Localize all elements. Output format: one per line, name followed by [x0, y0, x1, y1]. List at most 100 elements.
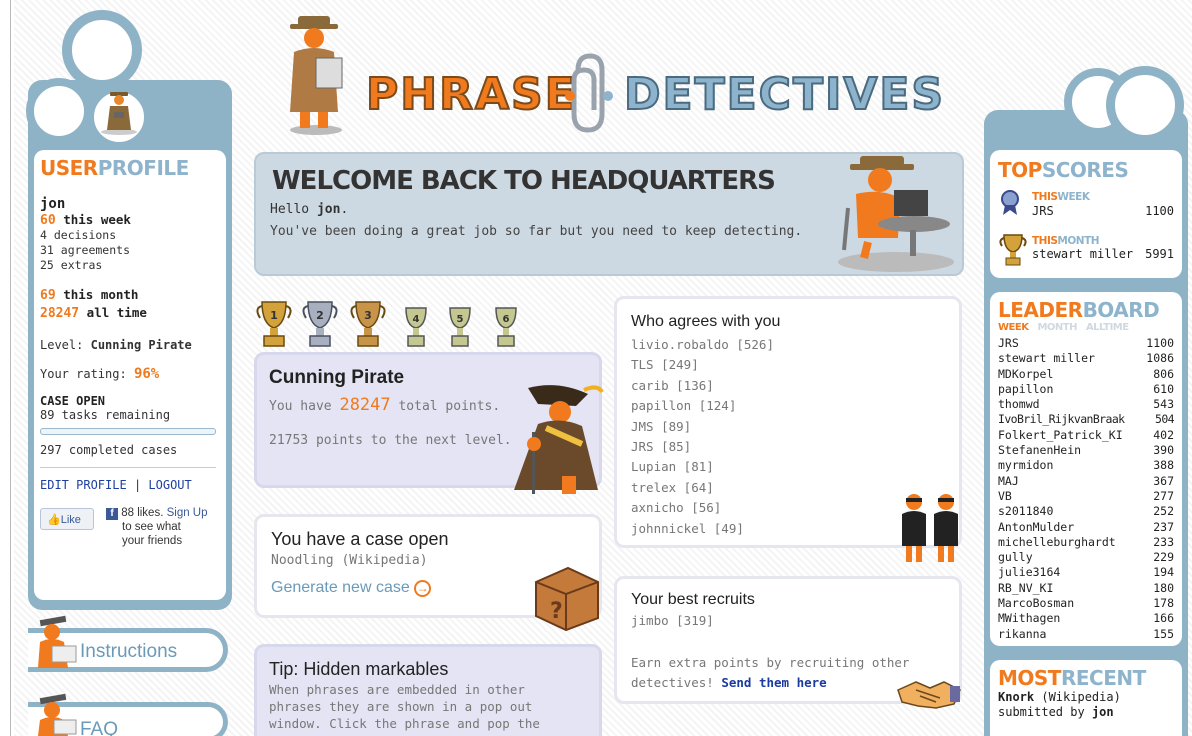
decisions-count: 4 decisions — [40, 228, 117, 242]
trophy-5-icon: 5 — [449, 307, 471, 347]
month-top-name: stewart miller — [1032, 247, 1134, 261]
facebook-like-count: 88 likes. — [121, 507, 164, 519]
most-recent-doc[interactable]: Knork (Wikipedia) — [998, 690, 1174, 705]
site-logo[interactable]: PHRASE — [365, 69, 577, 121]
faq-detective-icon — [38, 693, 77, 736]
trophy-4-icon: 4 — [405, 307, 427, 347]
trophy-rank-4: 4 — [413, 314, 420, 325]
tab-week[interactable]: WEEK — [998, 322, 1029, 333]
recruits-title: Your best recruits — [631, 591, 755, 608]
list-item[interactable]: jimbo [319] — [631, 613, 714, 628]
facebook-like-button[interactable]: 👍Like — [40, 508, 94, 530]
table-row[interactable]: IvoBril_RijkvanBraak 504 — [998, 412, 1175, 427]
table-row[interactable]: papillon 610 — [998, 382, 1174, 397]
week-top-name: JRS — [1032, 204, 1054, 218]
extras-count: 25 extras — [40, 258, 103, 272]
facebook-like-widget: 👍Like f 88 likes. Sign Up to see what yo… — [40, 506, 220, 556]
top-scores-header: TOPSCORES — [998, 158, 1129, 182]
svg-text:?: ? — [550, 599, 563, 624]
instructions-detective-icon — [38, 615, 77, 668]
table-row[interactable]: michelleburghardt 233 — [998, 535, 1174, 550]
tab-month[interactable]: MONTH — [1037, 322, 1077, 333]
pirate-detective-icon — [514, 385, 604, 494]
facebook-signup-link[interactable]: Sign Up — [167, 507, 208, 519]
most-recent-panel: MOSTRECENT Knork (Wikipedia) submitted b… — [990, 660, 1182, 736]
rating-line: Your rating: 96% — [40, 366, 160, 382]
next-level-points: 21753 points to the next level. — [269, 433, 512, 448]
welcome-detective-laptop-icon — [838, 156, 954, 272]
tip-title: Tip: Hidden markables — [269, 659, 449, 679]
list-item[interactable]: Lupian [81] — [631, 457, 774, 477]
table-row[interactable]: julie3164 194 — [998, 565, 1174, 580]
site-logo-part2[interactable]: DETECTIVES — [623, 69, 945, 121]
leaderboard-panel: LEADERBOARD WEEK MONTH ALLTIME JRS 1100 s… — [990, 292, 1182, 646]
table-row[interactable]: RB_NV_KI 180 — [998, 581, 1174, 596]
list-item[interactable]: JRS [85] — [631, 437, 774, 457]
table-row[interactable]: MAJ 367 — [998, 474, 1174, 489]
avatar — [101, 92, 137, 135]
table-row[interactable]: JRS 1100 — [998, 336, 1174, 351]
total-points-line: You have 28247 total points. — [269, 395, 501, 415]
case-document: Noodling (Wikipedia) — [271, 553, 428, 568]
this-month-label: THISMONTH — [1032, 235, 1100, 247]
trophy-rank-6: 6 — [503, 314, 510, 325]
table-row[interactable]: MarcoBosman 178 — [998, 596, 1174, 611]
list-item[interactable]: JMS [89] — [631, 417, 774, 437]
list-item[interactable]: papillon [124] — [631, 396, 774, 416]
list-item[interactable]: johnnickel [49] — [631, 519, 774, 539]
mystery-box-icon: ? — [535, 566, 599, 632]
handshake-icon — [897, 681, 961, 709]
leaderboard-header: LEADERBOARD — [998, 298, 1160, 322]
tasks-remaining: 89 tasks remaining — [40, 408, 171, 422]
bronze-trophy-icon: 3 — [350, 301, 386, 347]
table-row[interactable]: VB 277 — [998, 489, 1174, 504]
table-row[interactable]: thomwd 543 — [998, 397, 1174, 412]
leaderboard-tabs: WEEK MONTH ALLTIME — [998, 322, 1174, 334]
arrow-right-icon: → — [414, 580, 432, 597]
send-them-here-link[interactable]: Send them here — [721, 675, 826, 690]
tab-alltime[interactable]: ALLTIME — [1086, 322, 1129, 333]
most-recent-submitter: submitted by jon — [998, 705, 1114, 719]
recruits-text: Earn extra points by recruiting other de… — [631, 655, 910, 690]
logo-detective-icon — [290, 16, 343, 135]
table-row[interactable]: rikanna 155 — [998, 627, 1174, 642]
most-recent-header: MOSTRECENT — [998, 666, 1146, 690]
table-row[interactable]: Folkert_Patrick_KI 402 — [998, 428, 1174, 443]
list-item[interactable]: TLS [249] — [631, 355, 774, 375]
who-agrees-title: Who agrees with you — [631, 313, 781, 330]
list-item[interactable]: trelex [64] — [631, 478, 774, 498]
tip-text: When phrases are embedded in other phras… — [269, 682, 540, 731]
table-row[interactable]: StefanenHein 390 — [998, 443, 1174, 458]
facebook-text-1: to see what — [122, 521, 181, 533]
list-item[interactable]: carib [136] — [631, 376, 774, 396]
level-line: Level: Cunning Pirate — [40, 338, 192, 352]
logout-link[interactable]: LOGOUT — [148, 478, 191, 492]
trophy-rank-2: 2 — [316, 309, 324, 322]
table-row[interactable]: MDKorpel 806 — [998, 367, 1174, 382]
trophy-rank-1: 1 — [270, 309, 278, 322]
table-row[interactable]: MWithagen 166 — [998, 611, 1174, 626]
table-row[interactable]: gully 229 — [998, 550, 1174, 565]
welcome-title: WELCOME BACK TO HEADQUARTERS — [272, 166, 776, 196]
agreements-count: 31 agreements — [40, 243, 131, 257]
trophy-6-icon: 6 — [495, 307, 517, 347]
faq-label: FAQ — [80, 719, 119, 736]
generate-new-case-link[interactable]: Generate new case → — [271, 579, 432, 597]
username: jon — [40, 196, 66, 212]
top-scores-panel: TOPSCORES THISWEEK JRS 1100 THISMONTH st… — [990, 150, 1182, 278]
table-row[interactable]: myrmidon 388 — [998, 458, 1174, 473]
user-profile-header: USERPROFILE — [40, 156, 189, 180]
left-border-line — [10, 0, 11, 736]
edit-profile-link[interactable]: EDIT PROFILE — [40, 478, 127, 492]
two-detectives-icon — [902, 494, 958, 562]
table-row[interactable]: AntonMulder 237 — [998, 520, 1174, 535]
user-profile-panel: USERPROFILE jon 60 this week 4 decisions… — [34, 150, 226, 600]
welcome-message: You've been doing a great job so far but… — [270, 224, 803, 239]
case-progress-bar — [40, 428, 216, 435]
week-top-score: 1100 — [1145, 204, 1174, 218]
welcome-hello: Hello jon. — [270, 202, 349, 217]
table-row[interactable]: s2011840 252 — [998, 504, 1174, 519]
table-row[interactable]: stewart miller 1086 — [998, 351, 1174, 366]
list-item[interactable]: axnicho [56] — [631, 498, 774, 518]
list-item[interactable]: livio.robaldo [526] — [631, 335, 774, 355]
